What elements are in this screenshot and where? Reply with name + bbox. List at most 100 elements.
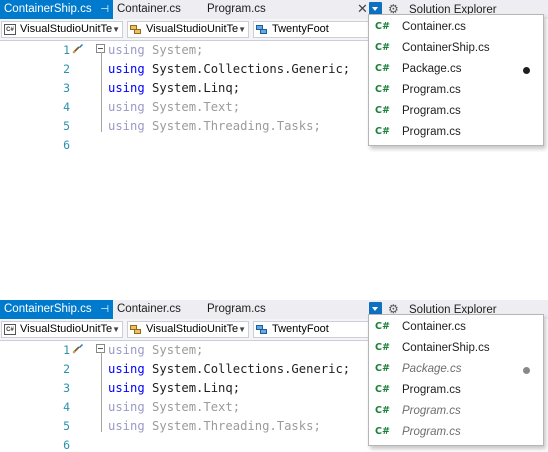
dropdown-item-label: Package.cs — [402, 363, 462, 375]
line-number: 3 — [63, 81, 70, 95]
code-line-3: using System.Linq; — [108, 380, 240, 396]
csharp-file-icon: C# — [375, 42, 390, 53]
code-keyword: using — [108, 343, 145, 357]
code-line-1: using System; — [108, 342, 203, 358]
line-number: 5 — [63, 119, 70, 133]
dropdown-item[interactable]: C# Container.cs — [369, 18, 543, 39]
code-line-4: using System.Text; — [108, 99, 240, 115]
namespace-combo[interactable]: VisualStudioUnitTe ▼ — [127, 321, 249, 338]
code-line-5: using System.Threading.Tasks; — [108, 418, 321, 434]
dropdown-item[interactable]: C# ContainerShip.cs — [369, 339, 543, 360]
quick-actions-brush-icon[interactable] — [72, 42, 84, 54]
modified-dot-icon — [523, 67, 530, 74]
line-number: 2 — [63, 362, 70, 376]
code-keyword: using — [108, 362, 145, 376]
csharp-file-icon: C# — [375, 384, 390, 395]
dropdown-item[interactable]: C# Container.cs — [369, 318, 543, 339]
pin-icon[interactable]: ⊣ — [100, 300, 109, 319]
tab-container[interactable]: Container.cs — [113, 300, 203, 319]
code-line-2: using System.Collections.Generic; — [108, 61, 350, 77]
modified-dot-icon — [523, 367, 530, 374]
csharp-file-icon: C# — [375, 405, 390, 416]
project-combo[interactable]: C# VisualStudioUnitTe ▼ — [1, 321, 123, 338]
tab-containership[interactable]: ContainerShip.cs ⊣ — [0, 300, 113, 319]
line-number: 6 — [63, 138, 70, 152]
outline-guide — [101, 352, 102, 432]
code-text: System.Collections.Generic; — [144, 362, 351, 376]
dropdown-item[interactable]: C# Program.cs — [369, 402, 543, 423]
dropdown-item-label: Container.cs — [402, 21, 466, 33]
tab-label: Program.cs — [207, 3, 266, 15]
code-line-5: using System.Threading.Tasks; — [108, 118, 321, 134]
csharp-file-icon: C# — [375, 126, 390, 137]
dropdown-item-label: Program.cs — [402, 126, 461, 138]
code-keyword: using — [108, 43, 145, 57]
dropdown-item[interactable]: C# Program.cs — [369, 423, 543, 444]
code-line-4: using System.Text; — [108, 399, 240, 415]
line-number: 4 — [63, 400, 70, 414]
code-keyword: using — [108, 381, 145, 395]
csharp-file-icon: C# — [375, 342, 390, 353]
line-number: 3 — [63, 381, 70, 395]
line-number: 6 — [63, 438, 70, 452]
dropdown-item[interactable]: C# Program.cs — [369, 381, 543, 402]
chevron-down-icon: ▼ — [112, 325, 120, 334]
editor-panel-bottom: ContainerShip.cs ⊣ Container.cs Program.… — [0, 300, 548, 452]
line-number: 2 — [63, 62, 70, 76]
code-text: System.Text; — [144, 400, 241, 414]
dropdown-item-label: Container.cs — [402, 321, 466, 333]
active-files-dropdown: C# Container.cs C# ContainerShip.cs C# Pack… — [368, 314, 544, 446]
tab-container[interactable]: Container.cs — [113, 0, 203, 19]
csharp-file-icon: C# — [375, 105, 390, 116]
code-keyword: using — [108, 62, 145, 76]
chevron-down-icon: ▼ — [238, 325, 246, 334]
tab-label: Container.cs — [117, 3, 181, 15]
class-icon — [130, 25, 141, 34]
editor-panel-top: ContainerShip.cs ⊣ Container.cs Program.… — [0, 0, 548, 152]
csharp-file-icon: C# — [375, 363, 390, 374]
dropdown-item[interactable]: C# Program.cs — [369, 123, 543, 144]
tab-label: ContainerShip.cs — [4, 303, 92, 315]
line-number: 4 — [63, 100, 70, 114]
close-icon[interactable]: ✕ — [357, 1, 368, 17]
code-text: System; — [144, 343, 204, 357]
csharp-file-icon: C# — [375, 84, 390, 95]
line-number: 5 — [63, 419, 70, 433]
code-text: System; — [144, 43, 204, 57]
class-icon — [130, 325, 141, 334]
dropdown-item[interactable]: C# Program.cs — [369, 81, 543, 102]
pin-icon[interactable]: ⊣ — [100, 0, 109, 19]
dropdown-item-label: Program.cs — [402, 84, 461, 96]
quick-actions-brush-icon[interactable] — [72, 342, 84, 354]
project-combo[interactable]: C# VisualStudioUnitTe ▼ — [1, 21, 123, 38]
code-text: System.Threading.Tasks; — [144, 419, 321, 433]
chevron-down-icon: ▼ — [112, 25, 120, 34]
field-icon — [256, 325, 267, 334]
tab-label: ContainerShip.cs — [4, 3, 92, 15]
tab-containership[interactable]: ContainerShip.cs ⊣ — [0, 0, 113, 19]
dropdown-item[interactable]: C# Program.cs — [369, 102, 543, 123]
chevron-down-icon: ▼ — [238, 25, 246, 34]
dropdown-item-label: Package.cs — [402, 63, 462, 75]
navigation-bar: C# VisualStudioUnitTe ▼ VisualStudioUnit… — [0, 319, 370, 341]
tab-program[interactable]: Program.cs — [203, 0, 283, 19]
tab-label: Container.cs — [117, 303, 181, 315]
tab-label: Program.cs — [207, 303, 266, 315]
csharp-file-icon: C# — [375, 321, 390, 332]
dropdown-item-label: Program.cs — [402, 426, 461, 438]
dropdown-item[interactable]: C# Package.cs — [369, 60, 543, 81]
member-combo[interactable]: TwentyFoot — [253, 21, 369, 38]
code-text: System.Text; — [144, 100, 241, 114]
dropdown-item-label: Program.cs — [402, 405, 461, 417]
code-text: System.Linq; — [144, 81, 241, 95]
dropdown-item[interactable]: C# Package.cs — [369, 360, 543, 381]
namespace-combo[interactable]: VisualStudioUnitTe ▼ — [127, 21, 249, 38]
tab-program[interactable]: Program.cs — [203, 300, 283, 319]
code-text: System.Linq; — [144, 381, 241, 395]
project-combo-value: VisualStudioUnitTe — [20, 23, 113, 35]
dropdown-item[interactable]: C# ContainerShip.cs — [369, 39, 543, 60]
csharp-file-icon: C# — [375, 63, 390, 74]
code-text: System.Collections.Generic; — [144, 62, 351, 76]
code-keyword: using — [108, 100, 145, 114]
member-combo[interactable]: TwentyFoot — [253, 321, 369, 338]
